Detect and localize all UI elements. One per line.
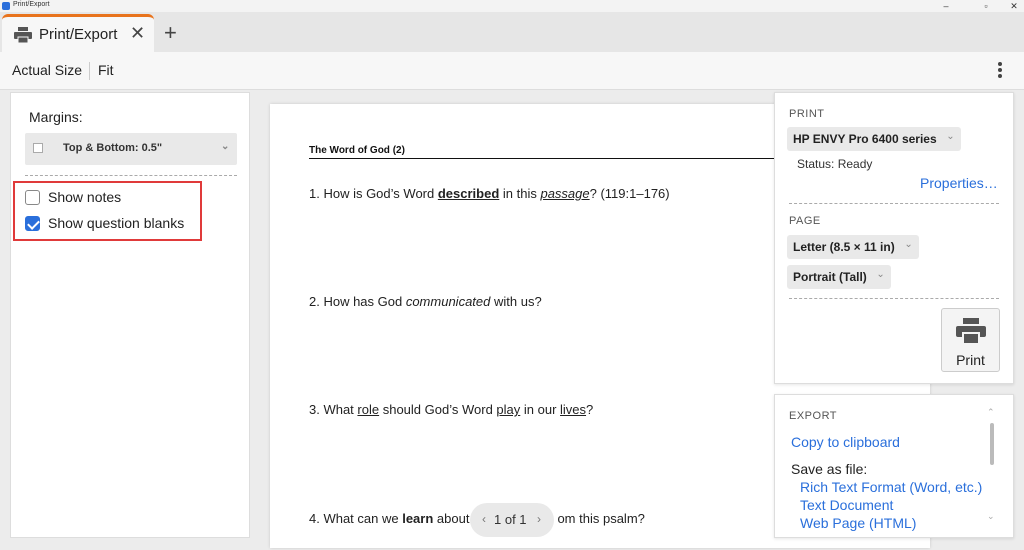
show-question-blanks-checkbox[interactable] <box>25 216 40 231</box>
margins-value: Top & Bottom: 0.5" <box>63 142 163 154</box>
export-scrollbar[interactable] <box>990 423 994 465</box>
printer-icon <box>956 318 986 344</box>
margins-checkbox[interactable] <box>33 143 43 153</box>
document-title: The Word of God (2) <box>309 145 405 156</box>
toolbar-divider <box>89 62 90 80</box>
paper-size-value: Letter (8.5 × 11 in) <box>793 240 895 254</box>
title-rule <box>309 158 779 159</box>
page-section-title: PAGE <box>789 215 821 227</box>
chevron-down-icon: ⌄ <box>876 269 885 280</box>
question-1: 1. How is God’s Word described in this p… <box>309 186 670 201</box>
minimize-button[interactable]: – <box>936 0 956 12</box>
close-tab-icon[interactable]: ✕ <box>130 23 145 44</box>
printer-name: HP ENVY Pro 6400 series <box>793 132 937 146</box>
divider <box>789 298 999 299</box>
print-button-label: Print <box>956 352 985 368</box>
margins-label: Margins: <box>29 109 83 125</box>
printer-dropdown[interactable]: HP ENVY Pro 6400 series ⌄ <box>787 127 961 151</box>
save-as-label: Save as file: <box>791 461 868 477</box>
question-3: 3. What role should God’s Word play in o… <box>309 402 594 417</box>
divider <box>789 203 999 204</box>
printer-icon <box>14 27 32 43</box>
divider <box>25 175 237 176</box>
tab-label: Print/Export <box>39 26 118 43</box>
print-button[interactable]: Print <box>941 308 1000 372</box>
window-titlebar: Print/Export – ▫ ✕ <box>0 0 1024 12</box>
export-panel: EXPORT Copy to clipboard Save as file: R… <box>774 394 1014 538</box>
options-panel: Margins: Top & Bottom: 0.5" ⌄ Show notes… <box>10 92 250 538</box>
paper-size-dropdown[interactable]: Letter (8.5 × 11 in) ⌄ <box>787 235 919 259</box>
page-count: 1 of 1 <box>494 512 527 527</box>
show-notes-checkbox[interactable] <box>25 190 40 205</box>
margins-dropdown[interactable]: Top & Bottom: 0.5" ⌄ <box>25 133 237 165</box>
app-icon <box>2 2 10 10</box>
scroll-down-icon[interactable]: ⌄ <box>987 511 995 522</box>
print-panel: PRINT HP ENVY Pro 6400 series ⌄ Status: … <box>774 92 1014 384</box>
show-question-blanks-label: Show question blanks <box>48 215 185 231</box>
export-text-link[interactable]: Text Document <box>800 497 893 513</box>
fit-button[interactable]: Fit <box>98 62 114 78</box>
print-section-title: PRINT <box>789 108 825 120</box>
actual-size-button[interactable]: Actual Size <box>12 62 82 78</box>
new-tab-button[interactable]: + <box>164 20 177 46</box>
orientation-value: Portrait (Tall) <box>793 270 867 284</box>
chevron-down-icon: ⌄ <box>904 239 913 250</box>
window-close-button[interactable]: ✕ <box>1004 0 1024 12</box>
chevron-down-icon: ⌄ <box>946 131 955 142</box>
next-page-button[interactable]: › <box>537 512 541 526</box>
chevron-down-icon: ⌄ <box>221 141 230 152</box>
page-navigator: ‹ 1 of 1 › <box>470 503 554 537</box>
toolbar: Actual Size Fit <box>0 52 1024 90</box>
export-html-link[interactable]: Web Page (HTML) <box>800 515 916 531</box>
orientation-dropdown[interactable]: Portrait (Tall) ⌄ <box>787 265 891 289</box>
show-notes-label: Show notes <box>48 189 122 205</box>
copy-to-clipboard-link[interactable]: Copy to clipboard <box>791 434 900 450</box>
window-title: Print/Export <box>13 1 50 8</box>
more-options-icon[interactable] <box>994 61 1006 81</box>
maximize-button[interactable]: ▫ <box>976 0 996 12</box>
tab-print-export[interactable]: Print/Export ✕ <box>2 14 154 52</box>
export-section-title: EXPORT <box>789 410 838 422</box>
question-2: 2. How has God communicated with us? <box>309 294 542 309</box>
previous-page-button[interactable]: ‹ <box>482 512 486 526</box>
export-rtf-link[interactable]: Rich Text Format (Word, etc.) <box>800 479 982 495</box>
printer-status: Status: Ready <box>797 157 873 171</box>
tab-bar: Print/Export ✕ + <box>0 12 1024 52</box>
properties-link[interactable]: Properties… <box>920 175 998 191</box>
scroll-up-icon[interactable]: ⌃ <box>987 407 995 418</box>
